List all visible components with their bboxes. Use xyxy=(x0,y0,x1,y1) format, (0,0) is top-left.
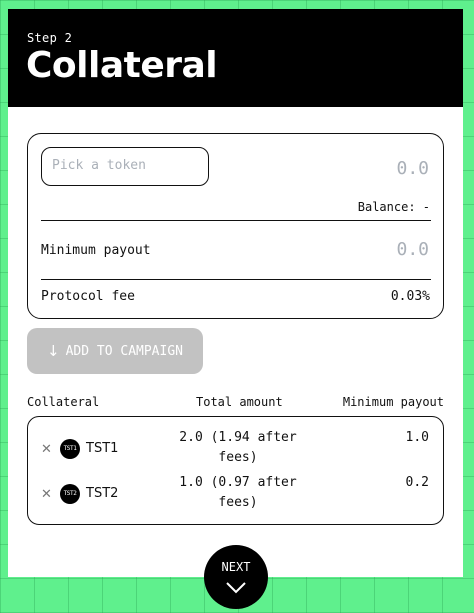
list-item: ✕ TST2 TST2 1.0 (0.97 after fees) 0.2 xyxy=(28,475,442,530)
arrow-down-icon: ↓ xyxy=(47,342,60,360)
next-button[interactable]: NEXT xyxy=(204,545,268,609)
protocol-fee-value: 0.03% xyxy=(390,289,430,304)
collateral-form: Pick a token 0.0 Balance: - Minimum payo… xyxy=(27,133,444,319)
next-label: NEXT xyxy=(221,560,251,574)
card-header: Step 2 Collateral xyxy=(8,9,463,107)
total-amount-line: fees) xyxy=(218,495,258,510)
page-title: Collateral xyxy=(26,45,218,86)
divider xyxy=(41,220,431,221)
token-logo: TST2 xyxy=(60,484,80,504)
balance-label: Balance: - xyxy=(357,200,430,214)
total-amount-line: fees) xyxy=(218,450,258,465)
collateral-card: Step 2 Collateral Pick a token 0.0 Balan… xyxy=(8,9,463,577)
total-amount-line: 2.0 (1.94 after xyxy=(179,430,297,445)
token-logo: TST1 xyxy=(60,439,80,459)
column-header-total-amount: Total amount xyxy=(196,395,283,409)
total-amount: 1.0 (0.97 after fees) xyxy=(168,473,308,513)
remove-icon[interactable]: ✕ xyxy=(41,487,52,502)
chevron-down-icon xyxy=(226,582,246,594)
add-to-campaign-label: ADD TO CAMPAIGN xyxy=(65,343,183,359)
minimum-payout-value: 1.0 xyxy=(405,430,429,445)
minimum-payout-value: 0.2 xyxy=(405,475,429,490)
total-amount-line: 1.0 (0.97 after xyxy=(179,475,297,490)
token-name: TST2 xyxy=(86,486,119,501)
total-amount: 2.0 (1.94 after fees) xyxy=(168,428,308,468)
token-picker-input[interactable]: Pick a token xyxy=(41,147,209,186)
column-header-collateral: Collateral xyxy=(27,395,100,409)
divider xyxy=(41,279,431,280)
amount-input[interactable]: 0.0 xyxy=(396,158,429,179)
remove-icon[interactable]: ✕ xyxy=(41,442,52,457)
add-to-campaign-button[interactable]: ↓ ADD TO CAMPAIGN xyxy=(27,328,203,374)
min-payout-input[interactable]: 0.0 xyxy=(396,239,429,260)
column-header-minimum-payout: Minimum payout xyxy=(342,395,444,409)
collateral-list: ✕ TST1 TST1 2.0 (1.94 after fees) 1.0 ✕ … xyxy=(27,416,444,525)
step-label: Step 2 xyxy=(27,31,73,45)
min-payout-label: Minimum payout xyxy=(41,243,151,258)
protocol-fee-label: Protocol fee xyxy=(41,289,135,304)
token-name: TST1 xyxy=(86,441,119,456)
